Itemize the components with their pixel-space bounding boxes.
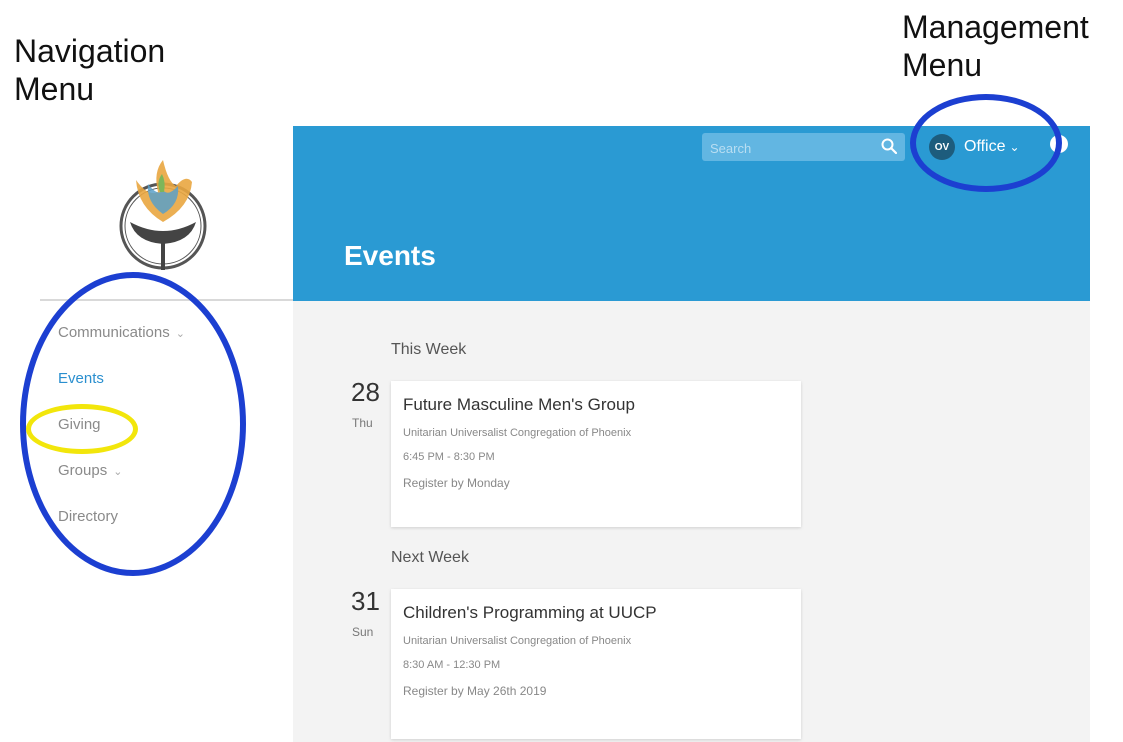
event-card[interactable]: Future Masculine Men's Group Unitarian U…	[391, 381, 801, 527]
event-title: Children's Programming at UUCP	[403, 603, 657, 622]
annotation-management-menu: Management Menu	[902, 9, 1089, 83]
page-title: Events	[344, 240, 436, 271]
chalice-logo[interactable]	[108, 152, 218, 272]
event-card[interactable]: Children's Programming at UUCP Unitarian…	[391, 589, 801, 739]
event-date-number: 28	[351, 377, 380, 407]
event-date-day: Sun	[352, 625, 374, 639]
search-icon[interactable]	[881, 138, 897, 154]
event-date-day: Thu	[352, 416, 373, 430]
event-date-number: 31	[351, 586, 380, 616]
event-organization: Unitarian Universalist Congregation of P…	[403, 427, 632, 439]
giving-highlight-ellipse	[26, 404, 138, 454]
management-highlight-ellipse	[910, 94, 1062, 192]
event-organization: Unitarian Universalist Congregation of P…	[403, 635, 632, 647]
event-time: 6:45 PM - 8:30 PM	[403, 451, 495, 463]
event-title: Future Masculine Men's Group	[403, 395, 635, 414]
event-time: 8:30 AM - 12:30 PM	[403, 659, 501, 671]
search-box	[702, 133, 905, 163]
search-input[interactable]	[702, 133, 882, 163]
section-label-this-week: This Week	[391, 341, 467, 358]
event-register-deadline: Register by Monday	[403, 476, 510, 490]
event-register-deadline: Register by May 26th 2019	[403, 684, 547, 698]
annotation-navigation-menu: Navigation Menu	[14, 33, 166, 107]
section-label-next-week: Next Week	[391, 549, 469, 566]
events-content: This Week 28 Thu Future Masculine Men's …	[293, 301, 1090, 742]
